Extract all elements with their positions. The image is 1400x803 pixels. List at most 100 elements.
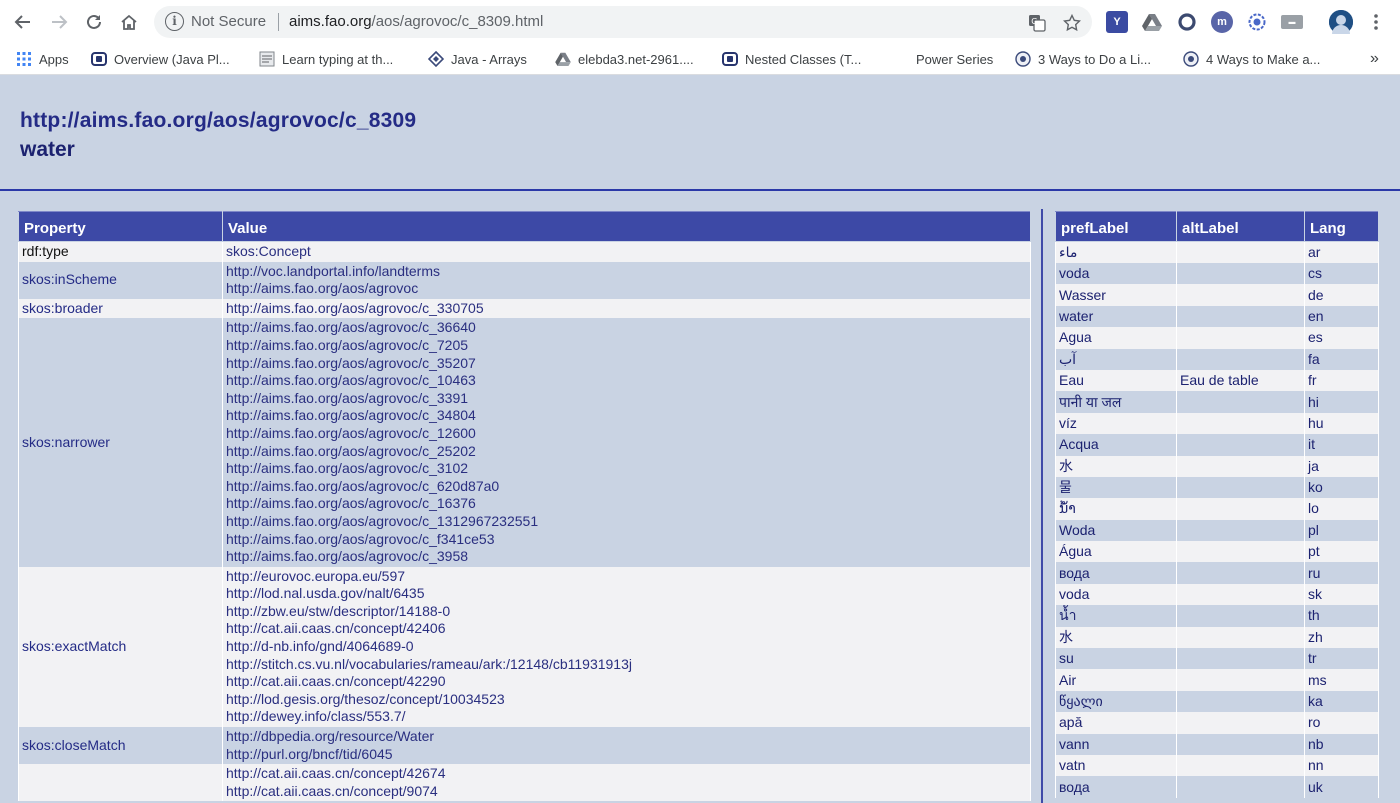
lang-cell: pl [1304,519,1379,542]
value-link[interactable]: http://cat.aii.caas.cn/concept/9074 [226,783,1027,801]
value-link[interactable]: http://stitch.cs.vu.nl/vocabularies/rame… [226,656,1027,674]
value-link[interactable]: http://lod.gesis.org/thesoz/concept/1003… [226,691,1027,709]
preflabel-cell: Acqua [1055,434,1177,456]
lang-cell: es [1304,327,1379,349]
drive-extension-icon[interactable] [1141,11,1163,33]
preflabel-cell: 水 [1055,626,1177,649]
value-link[interactable]: http://aims.fao.org/aos/agrovoc/c_3958 [226,548,1027,566]
preflabel-cell: น้ำ [1055,605,1177,627]
value-link[interactable]: http://zbw.eu/stw/descriptor/14188-0 [226,603,1027,621]
table-row: rdf:type skos:Concept [18,241,1031,262]
info-icon[interactable]: i [165,12,184,31]
value-link[interactable]: http://aims.fao.org/aos/agrovoc/c_35207 [226,355,1027,373]
value-link[interactable]: http://aims.fao.org/aos/agrovoc/c_16376 [226,495,1027,513]
value-link[interactable]: http://cat.aii.caas.cn/concept/42674 [226,765,1027,783]
lang-cell: en [1304,305,1379,328]
table-row: apă ro [1055,712,1379,734]
bookmark-label: 3 Ways to Do a Li... [1038,51,1151,67]
value-link[interactable]: http://aims.fao.org/aos/agrovoc/c_330705 [226,300,1027,318]
lang-cell: tr [1304,648,1379,670]
omnibox-divider [278,13,279,31]
bookmark-4-ways[interactable]: 4 Ways to Make a... [1183,48,1320,70]
property-table: Property Value rdf:type skos:Concept skos:… [18,211,1031,802]
preflabel-cell: apă [1055,712,1177,734]
bookmark-3-ways[interactable]: 3 Ways to Do a Li... [1015,48,1151,70]
table-row: Eau Eau de table fr [1055,369,1379,392]
bookmark-star-icon[interactable] [1062,14,1082,32]
value-link[interactable]: http://aims.fao.org/aos/agrovoc/c_620d87… [226,478,1027,496]
lang-cell: hi [1304,391,1379,413]
bookmark-java-arrays[interactable]: Java - Arrays [428,48,527,70]
lang-cell: ms [1304,669,1379,691]
value-link[interactable]: http://aims.fao.org/aos/agrovoc [226,280,1027,298]
back-arrow-icon[interactable] [9,8,37,36]
value-link[interactable]: http://aims.fao.org/aos/agrovoc/c_f341ce… [226,531,1027,549]
yahoo-extension-icon[interactable]: Y [1106,11,1128,33]
bookmark-power-series[interactable]: Power Series [893,48,993,70]
table-row: water en [1055,305,1379,328]
address-bar[interactable]: i Not Secure aims.fao.org/aos/agrovoc/c_… [154,6,1092,38]
value-link[interactable]: http://purl.org/bncf/tid/6045 [226,746,1027,764]
value-link[interactable]: http://aims.fao.org/aos/agrovoc/c_3102 [226,460,1027,478]
reload-icon[interactable] [80,8,108,36]
altlabel-cell [1176,562,1305,584]
label-table: prefLabel altLabel Lang ماء ar voda cs Wasse… [1055,211,1379,798]
property-table-container: Property Value rdf:type skos:Concept skos:… [18,211,1031,802]
value-link[interactable]: http://aims.fao.org/aos/agrovoc/c_25202 [226,443,1027,461]
circle-extension-icon[interactable] [1176,11,1198,33]
lang-cell: uk [1304,776,1379,798]
bookmark-apps[interactable]: Apps [16,48,69,70]
preflabel-cell: water [1055,305,1177,328]
value-link[interactable]: http://aims.fao.org/aos/agrovoc/c_7205 [226,337,1027,355]
table-row: skos:inScheme http://voc.landportal.info/… [18,261,1031,299]
column-divider [1041,209,1043,803]
badge-extension-icon[interactable]: ▬ [1281,15,1303,29]
bookmark-nested-classes[interactable]: Nested Classes (T... [722,48,861,70]
value-link[interactable]: http://aims.fao.org/aos/agrovoc/c_131296… [226,513,1027,531]
preflabel-cell: voda [1055,583,1177,606]
preflabel-cell: ນ້ຳ [1055,498,1177,520]
value-link[interactable]: http://d-nb.info/gnd/4064689-0 [226,638,1027,656]
more-bookmarks-button[interactable]: » [1370,48,1379,70]
value-link[interactable]: http://cat.aii.caas.cn/concept/42290 [226,673,1027,691]
table-row: skos:broader http://aims.fao.org/aos/agro… [18,298,1031,319]
altlabel-cell [1176,434,1305,456]
value-link[interactable]: http://voc.landportal.info/landterms [226,263,1027,281]
value-link[interactable]: http://lod.nal.usda.gov/nalt/6435 [226,585,1027,603]
table-row: skos:narrower http://aims.fao.org/aos/agr… [18,318,1031,567]
bookmark-elebda3[interactable]: elebda3.net-2961.... [555,48,694,70]
profile-avatar[interactable] [1329,10,1353,34]
value-link[interactable]: http://aims.fao.org/aos/agrovoc/c_3391 [226,390,1027,408]
value-link[interactable]: http://dewey.info/class/553.7/ [226,708,1027,726]
altlabel-cell [1176,327,1305,349]
altlabel-cell [1176,690,1305,713]
table-row: Água pt [1055,541,1379,563]
m-extension-icon[interactable]: m [1211,11,1233,33]
lang-cell: ru [1304,562,1379,584]
lang-cell: ka [1304,690,1379,713]
altlabel-cell [1176,669,1305,691]
value-link[interactable]: http://dbpedia.org/resource/Water [226,728,1027,746]
wikihow-icon [1183,51,1199,67]
bookmark-learn-typing[interactable]: Learn typing at th... [259,48,393,70]
altlabel-cell [1176,626,1305,649]
home-icon[interactable] [115,8,143,36]
preflabel-cell: voda [1055,263,1177,285]
preflabel-cell: Wasser [1055,284,1177,306]
value-link[interactable]: http://cat.aii.caas.cn/concept/42406 [226,620,1027,638]
value-link[interactable]: http://aims.fao.org/aos/agrovoc/c_34804 [226,407,1027,425]
url-text[interactable]: aims.fao.org/aos/agrovoc/c_8309.html [289,13,543,30]
value-link[interactable]: http://aims.fao.org/aos/agrovoc/c_10463 [226,372,1027,390]
gear-extension-icon[interactable] [1246,11,1268,33]
preflabel-cell: вода [1055,562,1177,584]
value-link[interactable]: http://eurovoc.europa.eu/597 [226,568,1027,586]
bookmark-java-overview[interactable]: Overview (Java Pl... [91,48,230,70]
kebab-menu-icon[interactable] [1361,8,1391,36]
preflabel-cell: Agua [1055,327,1177,349]
table-row: Wasser de [1055,284,1379,306]
value-link[interactable]: http://aims.fao.org/aos/agrovoc/c_12600 [226,425,1027,443]
table-row: вода uk [1055,776,1379,798]
translate-icon[interactable]: G [1027,14,1047,32]
value-link[interactable]: http://aims.fao.org/aos/agrovoc/c_36640 [226,319,1027,337]
forward-arrow-icon[interactable] [45,8,73,36]
